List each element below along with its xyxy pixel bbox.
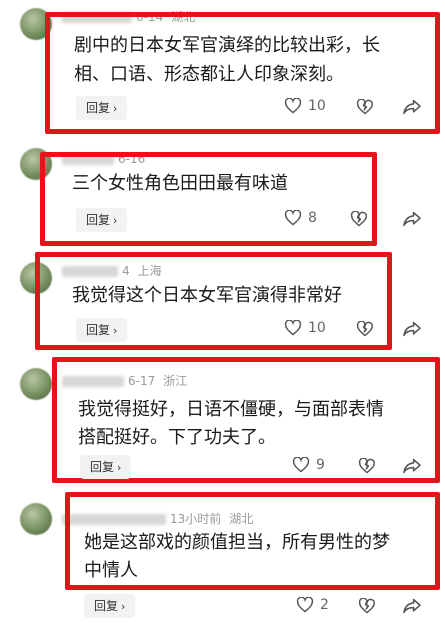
reply-button[interactable]: 回复 › — [76, 96, 128, 120]
dislike-button[interactable] — [350, 211, 368, 227]
comment-text-line: 我觉得挺好，日语不僵硬，与面部表情 — [78, 399, 384, 420]
broken-heart-icon — [356, 99, 374, 115]
reply-button[interactable]: 回复 › — [84, 594, 136, 618]
chevron-right-icon: › — [117, 461, 122, 474]
dislike-button[interactable] — [358, 598, 376, 614]
chevron-right-icon: › — [113, 324, 118, 337]
broken-heart-icon — [358, 458, 376, 474]
avatar[interactable] — [20, 503, 52, 535]
heart-icon — [284, 210, 302, 226]
share-icon — [402, 99, 422, 115]
comment-text-line: 相、口语、形态都让人印象深刻。 — [74, 64, 344, 85]
heart-icon — [284, 320, 302, 336]
like-count: 2 — [320, 597, 329, 613]
like-button[interactable]: 10 — [284, 320, 326, 336]
dislike-button[interactable] — [358, 458, 376, 474]
comment-text-line: 搭配挺好。下了功夫了。 — [78, 427, 276, 448]
comment-text-line: 我觉得这个日本女军官演得非常好 — [72, 285, 342, 306]
reply-button[interactable]: 回复 › — [76, 208, 128, 232]
chevron-right-icon: › — [113, 102, 118, 115]
comment-text-line: 中情人 — [84, 560, 138, 581]
reply-label: 回复 — [86, 213, 111, 227]
like-button[interactable]: 9 — [292, 457, 325, 473]
reply-label: 回复 — [86, 323, 111, 337]
share-button[interactable] — [402, 211, 422, 227]
share-icon — [402, 211, 422, 227]
heart-icon — [284, 98, 302, 114]
comment-text-line: 剧中的日本女军官演绎的比较出彩，长 — [74, 35, 380, 56]
share-icon — [402, 458, 422, 474]
chevron-right-icon: › — [121, 600, 126, 613]
avatar[interactable] — [20, 368, 52, 400]
like-button[interactable]: 8 — [284, 210, 317, 226]
chevron-right-icon: › — [113, 214, 118, 227]
broken-heart-icon — [358, 598, 376, 614]
share-button[interactable] — [402, 458, 422, 474]
broken-heart-icon — [350, 211, 368, 227]
reply-label: 回复 — [94, 599, 119, 613]
comment-text-line: 她是这部戏的颜值担当，所有男性的梦 — [84, 532, 390, 553]
share-icon — [402, 598, 422, 614]
reply-label: 回复 — [86, 101, 111, 115]
broken-heart-icon — [356, 321, 374, 337]
dislike-button[interactable] — [356, 99, 374, 115]
reply-button[interactable]: 回复 › — [76, 318, 128, 342]
dislike-button[interactable] — [356, 321, 374, 337]
like-count: 8 — [308, 210, 317, 226]
heart-icon — [296, 597, 314, 613]
reply-button[interactable]: 回复 › — [80, 455, 132, 479]
share-icon — [402, 321, 422, 337]
like-count: 10 — [308, 98, 326, 114]
like-button[interactable]: 10 — [284, 98, 326, 114]
like-count: 9 — [316, 457, 325, 473]
like-button[interactable]: 2 — [296, 597, 329, 613]
heart-icon — [292, 457, 310, 473]
comment-text-line: 三个女性角色田田最有味道 — [72, 173, 288, 194]
share-button[interactable] — [402, 598, 422, 614]
share-button[interactable] — [402, 321, 422, 337]
reply-label: 回复 — [90, 460, 115, 474]
share-button[interactable] — [402, 99, 422, 115]
like-count: 10 — [308, 320, 326, 336]
